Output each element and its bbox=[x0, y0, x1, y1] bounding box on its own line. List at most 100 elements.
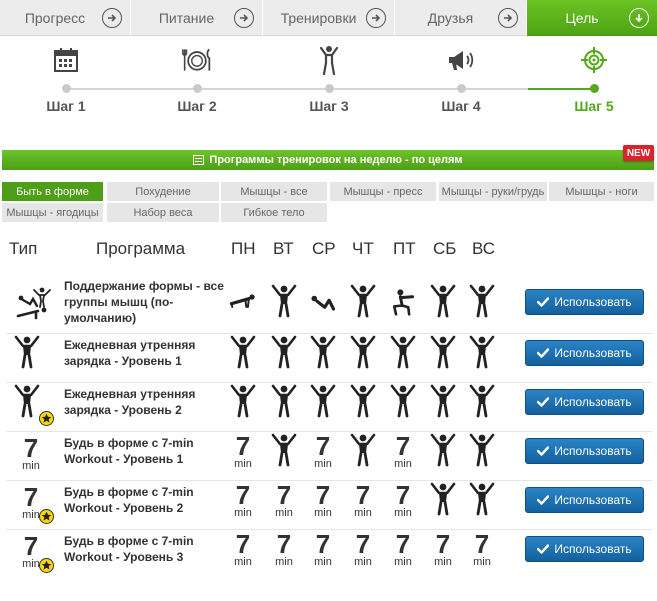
program-name: Ежедневная утренняя зарядка - Уровень 1 bbox=[64, 338, 196, 368]
step-3-label[interactable]: Шаг 3 bbox=[289, 98, 369, 114]
jack-icon bbox=[430, 433, 456, 467]
tab-friends[interactable]: Друзья bbox=[395, 0, 527, 36]
day-exercise bbox=[229, 290, 257, 326]
star-icon bbox=[39, 509, 54, 524]
filter-weight-loss[interactable]: Похудение bbox=[107, 182, 219, 201]
filter-flexible-body[interactable]: Гибкое тело bbox=[221, 203, 327, 222]
seven-unit: min bbox=[354, 507, 372, 519]
seven-unit: min bbox=[234, 458, 252, 470]
day-exercise: 7 min bbox=[309, 482, 337, 520]
seven-min-icon: 7 min bbox=[16, 435, 46, 473]
mixed-exercises-icon bbox=[16, 287, 51, 320]
day-exercise: 7 min bbox=[349, 531, 377, 569]
jack-icon bbox=[230, 384, 256, 418]
header-type: Тип bbox=[9, 239, 38, 258]
person-icon bbox=[314, 44, 344, 76]
step-2-label[interactable]: Шаг 2 bbox=[157, 98, 237, 114]
day-exercise bbox=[349, 284, 377, 320]
checkmark-icon bbox=[537, 446, 550, 456]
seven-min-icon: 7 min bbox=[229, 433, 257, 471]
jack-icon bbox=[390, 384, 416, 418]
step-5-label[interactable]: Шаг 5 bbox=[554, 98, 634, 114]
day-exercise: 7 min bbox=[270, 482, 298, 520]
day-exercise: 7 min bbox=[389, 482, 417, 520]
program-name: Будь в форме с 7-min Workout - Уровень 3 bbox=[64, 534, 194, 564]
use-program-button[interactable]: Использовать bbox=[525, 487, 644, 513]
filter-muscles-arms-chest[interactable]: Мышцы - руки/грудь bbox=[439, 182, 547, 201]
filter-muscles-all[interactable]: Мышцы - все bbox=[221, 182, 327, 201]
checkmark-icon bbox=[537, 397, 550, 407]
seven-number: 7 bbox=[235, 480, 251, 510]
use-button-label: Использовать bbox=[554, 493, 632, 507]
use-program-button[interactable]: Использовать bbox=[525, 536, 644, 562]
tab-label: Питание bbox=[158, 9, 215, 26]
seven-number: 7 bbox=[23, 482, 39, 512]
day-exercise: 7 min bbox=[429, 529, 457, 568]
use-program-button[interactable]: Использовать bbox=[525, 438, 644, 464]
seven-unit: min bbox=[473, 556, 491, 568]
seven-number: 7 bbox=[235, 529, 251, 559]
program-type-icon bbox=[14, 284, 54, 324]
filter-fitness[interactable]: Быть в форме bbox=[2, 182, 103, 201]
day-exercise: 7 min bbox=[349, 480, 377, 519]
day-exercise: 7 min bbox=[309, 531, 337, 568]
seven-unit: min bbox=[314, 458, 332, 470]
filter-muscles-legs[interactable]: Мышцы - ноги bbox=[549, 182, 654, 201]
jack-icon bbox=[350, 335, 376, 369]
filter-muscles-glutes[interactable]: Мышцы - ягодицы bbox=[2, 203, 103, 222]
checkmark-icon bbox=[537, 297, 550, 307]
tab-goal[interactable]: Цель bbox=[527, 0, 657, 36]
step-dot bbox=[325, 84, 334, 93]
seven-unit: min bbox=[314, 556, 332, 568]
day-exercise bbox=[468, 335, 496, 371]
seven-min-icon: 7 min bbox=[309, 482, 337, 520]
row-divider bbox=[6, 382, 652, 383]
seven-min-icon: 7 min bbox=[229, 531, 257, 569]
use-program-button[interactable]: Использовать bbox=[525, 340, 644, 366]
step-1-label[interactable]: Шаг 1 bbox=[26, 98, 106, 114]
day-exercise bbox=[429, 335, 457, 371]
checkmark-icon bbox=[537, 348, 550, 358]
day-exercise bbox=[349, 433, 377, 469]
jack-icon bbox=[310, 335, 336, 369]
seven-min-icon: 7 min bbox=[389, 482, 417, 520]
seven-min-icon: 7 min bbox=[270, 482, 298, 520]
day-exercise bbox=[270, 335, 298, 371]
day-exercise bbox=[429, 482, 457, 518]
step-4-label[interactable]: Шаг 4 bbox=[421, 98, 501, 114]
seven-min-icon: 7 min bbox=[349, 531, 377, 569]
header-mon: ПН bbox=[231, 239, 256, 258]
megaphone-icon bbox=[446, 44, 476, 76]
jack-icon bbox=[430, 335, 456, 369]
seven-unit: min bbox=[434, 556, 452, 568]
filter-muscles-abs[interactable]: Мышцы - пресс bbox=[330, 182, 436, 201]
header-program: Программа bbox=[96, 239, 186, 258]
checkmark-icon bbox=[537, 495, 550, 505]
seven-number: 7 bbox=[355, 480, 371, 510]
seven-number: 7 bbox=[355, 529, 371, 559]
seven-number: 7 bbox=[315, 480, 331, 510]
banner-title: Программы тренировок на неделю - по целя… bbox=[209, 154, 463, 166]
seven-unit: min bbox=[314, 507, 332, 519]
jack-icon bbox=[469, 433, 495, 467]
day-exercise bbox=[429, 433, 457, 469]
tab-progress[interactable]: Прогресс bbox=[0, 0, 131, 36]
tab-workouts[interactable]: Тренировки bbox=[263, 0, 395, 36]
new-badge: NEW bbox=[623, 145, 654, 161]
day-exercise: 7 min bbox=[389, 433, 417, 470]
use-button-label: Использовать bbox=[554, 295, 632, 309]
filter-mass-gain[interactable]: Набор веса bbox=[107, 203, 219, 222]
use-program-button[interactable]: Использовать bbox=[525, 289, 644, 315]
seven-number: 7 bbox=[435, 529, 451, 559]
use-program-button[interactable]: Использовать bbox=[525, 389, 644, 415]
tab-label: Друзья bbox=[427, 9, 474, 26]
tab-nutrition[interactable]: Питание bbox=[131, 0, 263, 36]
use-button-label: Использовать bbox=[554, 444, 632, 458]
main-nav: Прогресс Питание Тренировки Друзья Цель bbox=[0, 0, 657, 36]
checkmark-icon bbox=[537, 544, 550, 554]
jack-icon bbox=[469, 335, 495, 369]
jack-icon bbox=[469, 284, 495, 318]
seven-min-icon: 7 min bbox=[229, 482, 257, 520]
seven-min-icon: 7 min bbox=[309, 433, 337, 471]
tab-label: Цель bbox=[565, 9, 599, 26]
